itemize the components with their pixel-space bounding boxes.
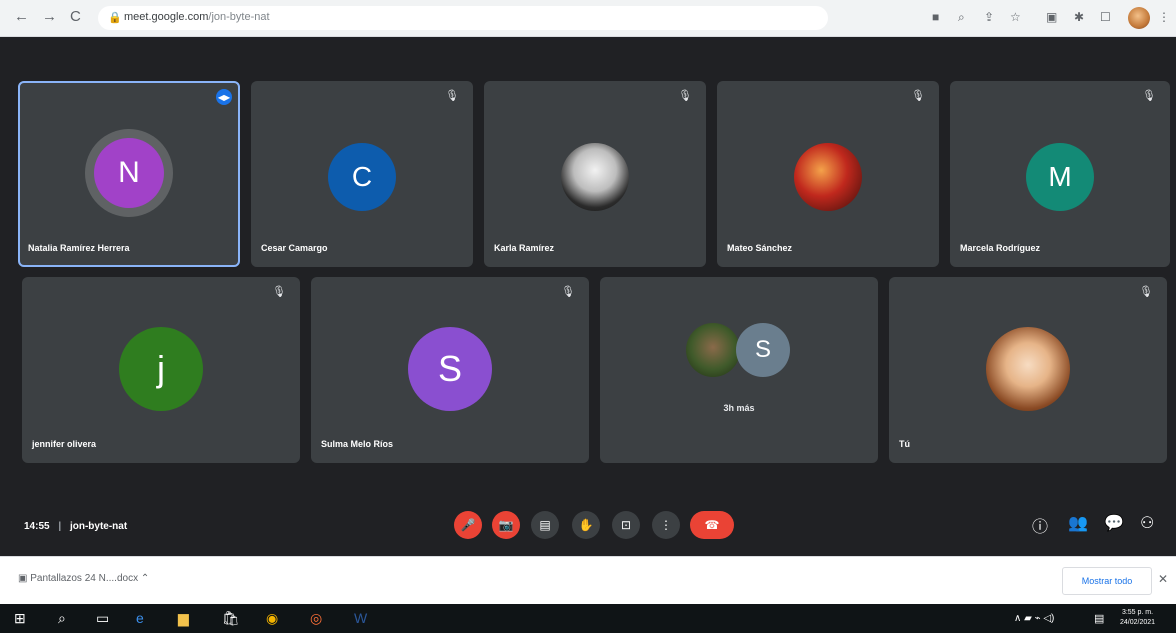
participant-tile[interactable]: C 🎙 Cesar Camargo	[251, 81, 473, 267]
zoom-icon[interactable]: ⌕	[958, 10, 965, 25]
present-button[interactable]: ⊡	[612, 511, 640, 539]
participant-tile[interactable]: j 🎙 jennifer olivera	[22, 277, 300, 463]
participant-name: Sulma Melo Ríos	[321, 439, 394, 449]
close-download-bar-button[interactable]: ✕	[1158, 572, 1168, 586]
camera-icon[interactable]: ■	[932, 10, 939, 24]
window-icon[interactable]: ☐	[1100, 10, 1111, 24]
avatar: S	[408, 327, 492, 411]
participant-tile[interactable]: N ◀▶ Natalia Ramírez Herrera	[18, 81, 240, 267]
more-participants-label: 3h más	[723, 403, 755, 413]
file-explorer-icon[interactable]: ▆	[178, 610, 189, 627]
mic-off-icon: 🎤	[460, 518, 476, 532]
search-icon[interactable]: ⌕	[58, 610, 66, 627]
captions-button[interactable]: ▤	[531, 511, 559, 539]
captions-icon: ▤	[539, 518, 551, 532]
participant-tile[interactable]: S 🎙 Sulma Melo Ríos	[311, 277, 589, 463]
participant-tile[interactable]: 🎙 Karla Ramírez	[484, 81, 706, 267]
windows-start-icon[interactable]: ⊞	[14, 610, 26, 627]
profile-avatar[interactable]	[1128, 7, 1150, 29]
participant-name: Cesar Camargo	[261, 243, 328, 253]
mic-off-icon: 🎙	[911, 90, 925, 102]
meet-stage: N ◀▶ Natalia Ramírez Herrera C 🎙 Cesar C…	[0, 37, 1176, 555]
participant-name: Tú	[899, 439, 910, 449]
meeting-time: 14:55	[24, 521, 50, 532]
bookmark-star-icon[interactable]: ☆	[1010, 10, 1021, 24]
mic-off-icon: 🎙	[678, 90, 692, 102]
mic-button[interactable]: 🎤	[454, 511, 482, 539]
share-icon[interactable]: ⇪	[984, 10, 994, 24]
participant-name: Karla Ramírez	[494, 243, 555, 253]
info-icon[interactable]: ⓘ	[1032, 513, 1048, 537]
participant-name: jennifer olivera	[32, 439, 97, 449]
docx-file-icon: ▣	[18, 573, 28, 584]
reload-icon[interactable]: C	[70, 8, 81, 25]
chevron-up-icon: ⌃	[140, 573, 150, 584]
avatar-photo	[561, 143, 629, 211]
more-options-button[interactable]: ⋮	[652, 511, 680, 539]
word-icon[interactable]: W	[354, 610, 367, 626]
meeting-code: jon-byte-nat	[69, 521, 128, 532]
mic-off-icon: 🎙	[272, 286, 286, 298]
back-icon[interactable]: ←	[14, 8, 29, 25]
address-bar[interactable]: 🔒 meet.google.com/jon-byte-nat	[98, 6, 828, 30]
menu-kebab-icon[interactable]: ⋮	[1158, 10, 1170, 24]
participant-name: Mateo Sánchez	[727, 243, 793, 253]
puzzle-icon[interactable]: ✱	[1074, 10, 1084, 24]
chrome-icon[interactable]: ◉	[266, 610, 278, 627]
self-tile[interactable]: 🎙 Tú	[889, 277, 1167, 463]
activities-icon[interactable]: ⚇	[1140, 513, 1154, 533]
chat-icon[interactable]: 💬	[1104, 513, 1124, 533]
download-bar: ▣ Pantallazos 24 N....docx ⌃ Mostrar tod…	[0, 556, 1176, 605]
browser-toolbar: ← → C 🔒 meet.google.com/jon-byte-nat ■ ⌕…	[0, 0, 1176, 37]
avatar: C	[328, 143, 396, 211]
camera-button[interactable]: 📷	[492, 511, 520, 539]
avatar: N	[94, 138, 164, 208]
more-participants-tile[interactable]: S 3h más	[600, 277, 878, 463]
meeting-info: 14:55 | jon-byte-nat	[24, 521, 128, 532]
mic-off-icon: 🎙	[561, 286, 575, 298]
lock-icon: 🔒	[108, 12, 122, 24]
speaking-indicator-icon: ◀▶	[216, 89, 232, 105]
participant-tile[interactable]: M 🎙 Marcela Rodríguez	[950, 81, 1170, 267]
windows-taskbar: ⊞ ⌕ ▭ e ▆ 🛍 ◉ ◎ W ∧ ▰ ⌁ ◁) ▤ 3:55 p. m. …	[0, 604, 1176, 633]
extension-icon[interactable]: ▣	[1046, 10, 1057, 24]
participant-tile[interactable]: 🎙 Mateo Sánchez	[717, 81, 939, 267]
avatar-photo	[986, 327, 1070, 411]
camera-off-icon: 📷	[498, 518, 514, 532]
leave-call-button[interactable]: ☎	[690, 511, 734, 539]
avatar: j	[119, 327, 203, 411]
hand-icon: ✋	[578, 518, 594, 532]
mic-off-icon: 🎙	[1142, 90, 1156, 102]
forward-icon[interactable]: →	[42, 8, 57, 25]
mic-off-icon: 🎙	[1139, 286, 1153, 298]
present-icon: ⊡	[620, 518, 632, 532]
notification-icon[interactable]: ▤	[1094, 612, 1104, 625]
avatar-photo	[686, 323, 740, 377]
participant-name: Marcela Rodríguez	[960, 243, 1041, 253]
download-item[interactable]: ▣ Pantallazos 24 N....docx ⌃	[18, 573, 149, 584]
avatar: M	[1026, 143, 1094, 211]
hangup-icon: ☎	[704, 518, 720, 532]
avatar: S	[736, 323, 790, 377]
mic-off-icon: 🎙	[445, 90, 459, 102]
taskbar-clock[interactable]: 3:55 p. m. 24/02/2021	[1120, 608, 1155, 628]
raise-hand-button[interactable]: ✋	[572, 511, 600, 539]
avatar-photo	[794, 143, 862, 211]
edge-icon[interactable]: e	[136, 610, 144, 626]
system-tray-icons[interactable]: ∧ ▰ ⌁ ◁)	[1014, 613, 1054, 624]
firefox-icon[interactable]: ◎	[310, 610, 322, 627]
participant-name: Natalia Ramírez Herrera	[28, 243, 130, 253]
task-view-icon[interactable]: ▭	[96, 610, 109, 627]
show-all-button[interactable]: Mostrar todo	[1062, 567, 1152, 595]
url-text: meet.google.com/jon-byte-nat	[124, 11, 270, 23]
people-icon[interactable]: 👥	[1068, 513, 1088, 533]
kebab-icon: ⋮	[660, 518, 672, 532]
store-icon[interactable]: 🛍	[222, 610, 240, 627]
